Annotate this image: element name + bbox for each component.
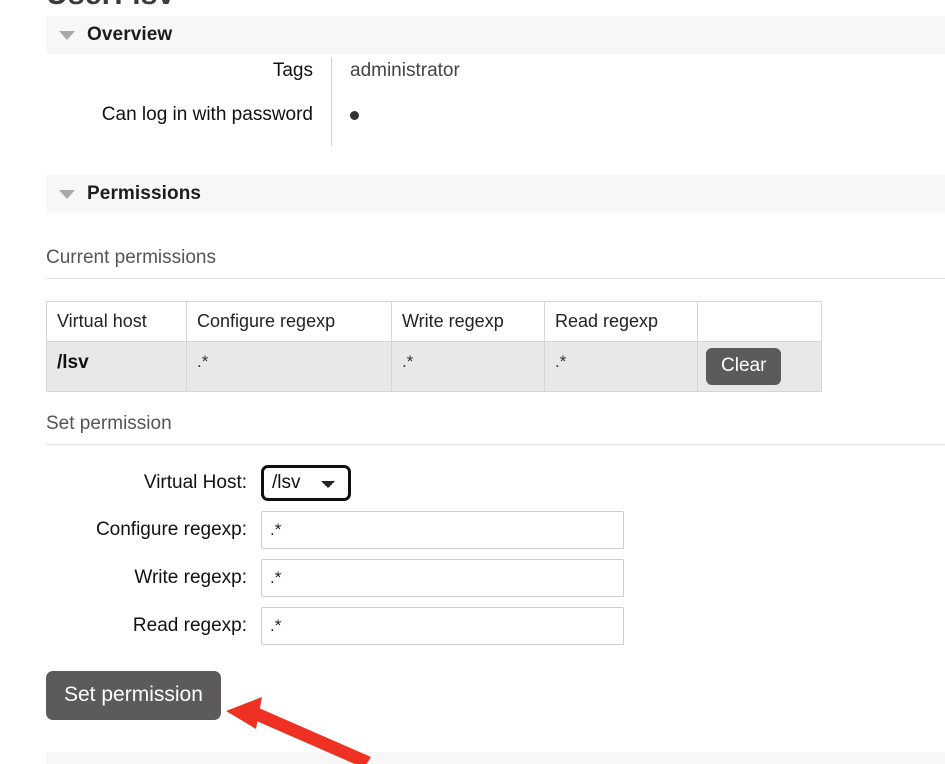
set-permission-form: Virtual Host: /lsv Configure regexp: Wri… [46, 465, 666, 655]
cell-virtual-host: /lsv [46, 341, 187, 392]
form-label-write-regexp: Write regexp: [134, 567, 247, 588]
form-label-configure-regexp: Configure regexp: [95, 519, 247, 540]
subheading-set-permission: Set permission [46, 413, 945, 445]
cell-actions: Clear [697, 341, 822, 392]
column-header-read-regexp: Read regexp [544, 301, 698, 342]
virtual-host-select[interactable]: /lsv [261, 465, 351, 501]
page-title: User: lsv [46, 0, 175, 12]
column-header-virtual-host: Virtual host [46, 301, 187, 342]
section-title-overview: Overview [87, 24, 173, 45]
configure-regexp-input[interactable] [261, 511, 624, 549]
boolean-true-dot-icon [350, 111, 359, 120]
set-permission-button[interactable]: Set permission [46, 671, 221, 720]
cell-write-regexp: .* [391, 341, 545, 392]
cell-configure-regexp: .* [186, 341, 392, 392]
form-label-read-regexp: Read regexp: [132, 615, 247, 636]
table-row: /lsv .* .* .* Clear [46, 341, 822, 392]
form-row-read-regexp: Read regexp: [46, 607, 666, 645]
overview-value-password [332, 102, 359, 128]
read-regexp-input[interactable] [261, 607, 624, 645]
form-row-write-regexp: Write regexp: [46, 559, 666, 597]
column-header-actions [697, 301, 822, 342]
overview-details: Tags administrator Can log in with passw… [46, 58, 945, 146]
section-header-next[interactable] [46, 752, 945, 764]
user-detail-page: User: lsv Overview Tags administrator Ca… [0, 0, 945, 764]
overview-label-password: Can log in with password [101, 104, 313, 125]
form-row-virtual-host: Virtual Host: /lsv [46, 465, 666, 501]
write-regexp-input[interactable] [261, 559, 624, 597]
table-header-row: Virtual host Configure regexp Write rege… [46, 301, 822, 342]
form-row-configure-regexp: Configure regexp: [46, 511, 666, 549]
form-label-virtual-host: Virtual Host: [143, 472, 247, 493]
section-header-overview[interactable]: Overview [46, 16, 945, 54]
column-header-configure-regexp: Configure regexp [186, 301, 392, 342]
section-title-permissions: Permissions [87, 183, 202, 204]
subheading-current-permissions: Current permissions [46, 247, 945, 279]
caret-down-icon [59, 189, 75, 199]
cell-read-regexp: .* [544, 341, 698, 392]
overview-value-tags: administrator [350, 60, 460, 81]
overview-row-tags: Tags administrator [46, 58, 945, 102]
overview-row-password: Can log in with password [46, 102, 945, 146]
overview-label-tags: Tags [272, 60, 313, 81]
current-permissions-table: Virtual host Configure regexp Write rege… [46, 301, 822, 392]
section-header-permissions[interactable]: Permissions [46, 175, 945, 213]
clear-permission-button[interactable]: Clear [706, 348, 782, 385]
caret-down-icon [59, 30, 75, 40]
column-header-write-regexp: Write regexp [391, 301, 545, 342]
